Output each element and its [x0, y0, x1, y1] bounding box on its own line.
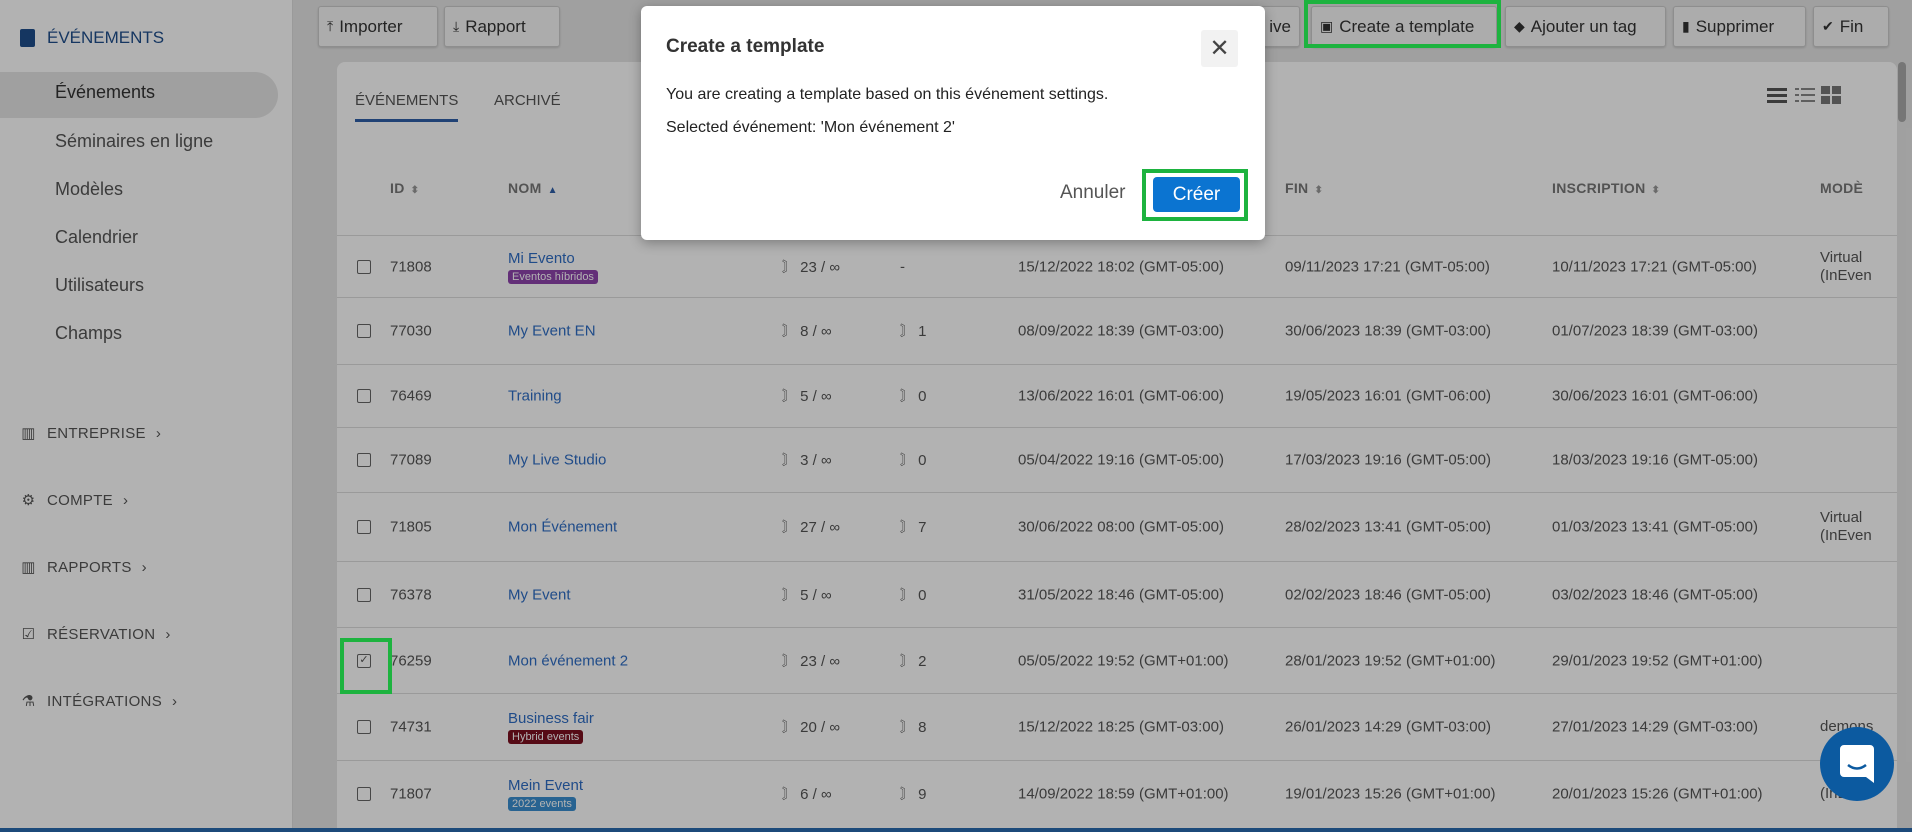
highlight-selected-checkbox [340, 638, 392, 694]
cancel-button[interactable]: Annuler [1060, 182, 1126, 204]
bottom-bar [0, 828, 1912, 832]
highlight-create-template [1304, 0, 1501, 48]
dialog-message: You are creating a template based on thi… [666, 86, 1109, 103]
chat-icon [1840, 745, 1874, 783]
dialog-selected-event: Selected événement: 'Mon événement 2' [666, 119, 955, 136]
chat-button[interactable] [1820, 727, 1894, 801]
highlight-create-button [1142, 169, 1248, 221]
close-icon[interactable]: ✕ [1201, 30, 1238, 67]
dialog-title: Create a template [666, 36, 825, 57]
